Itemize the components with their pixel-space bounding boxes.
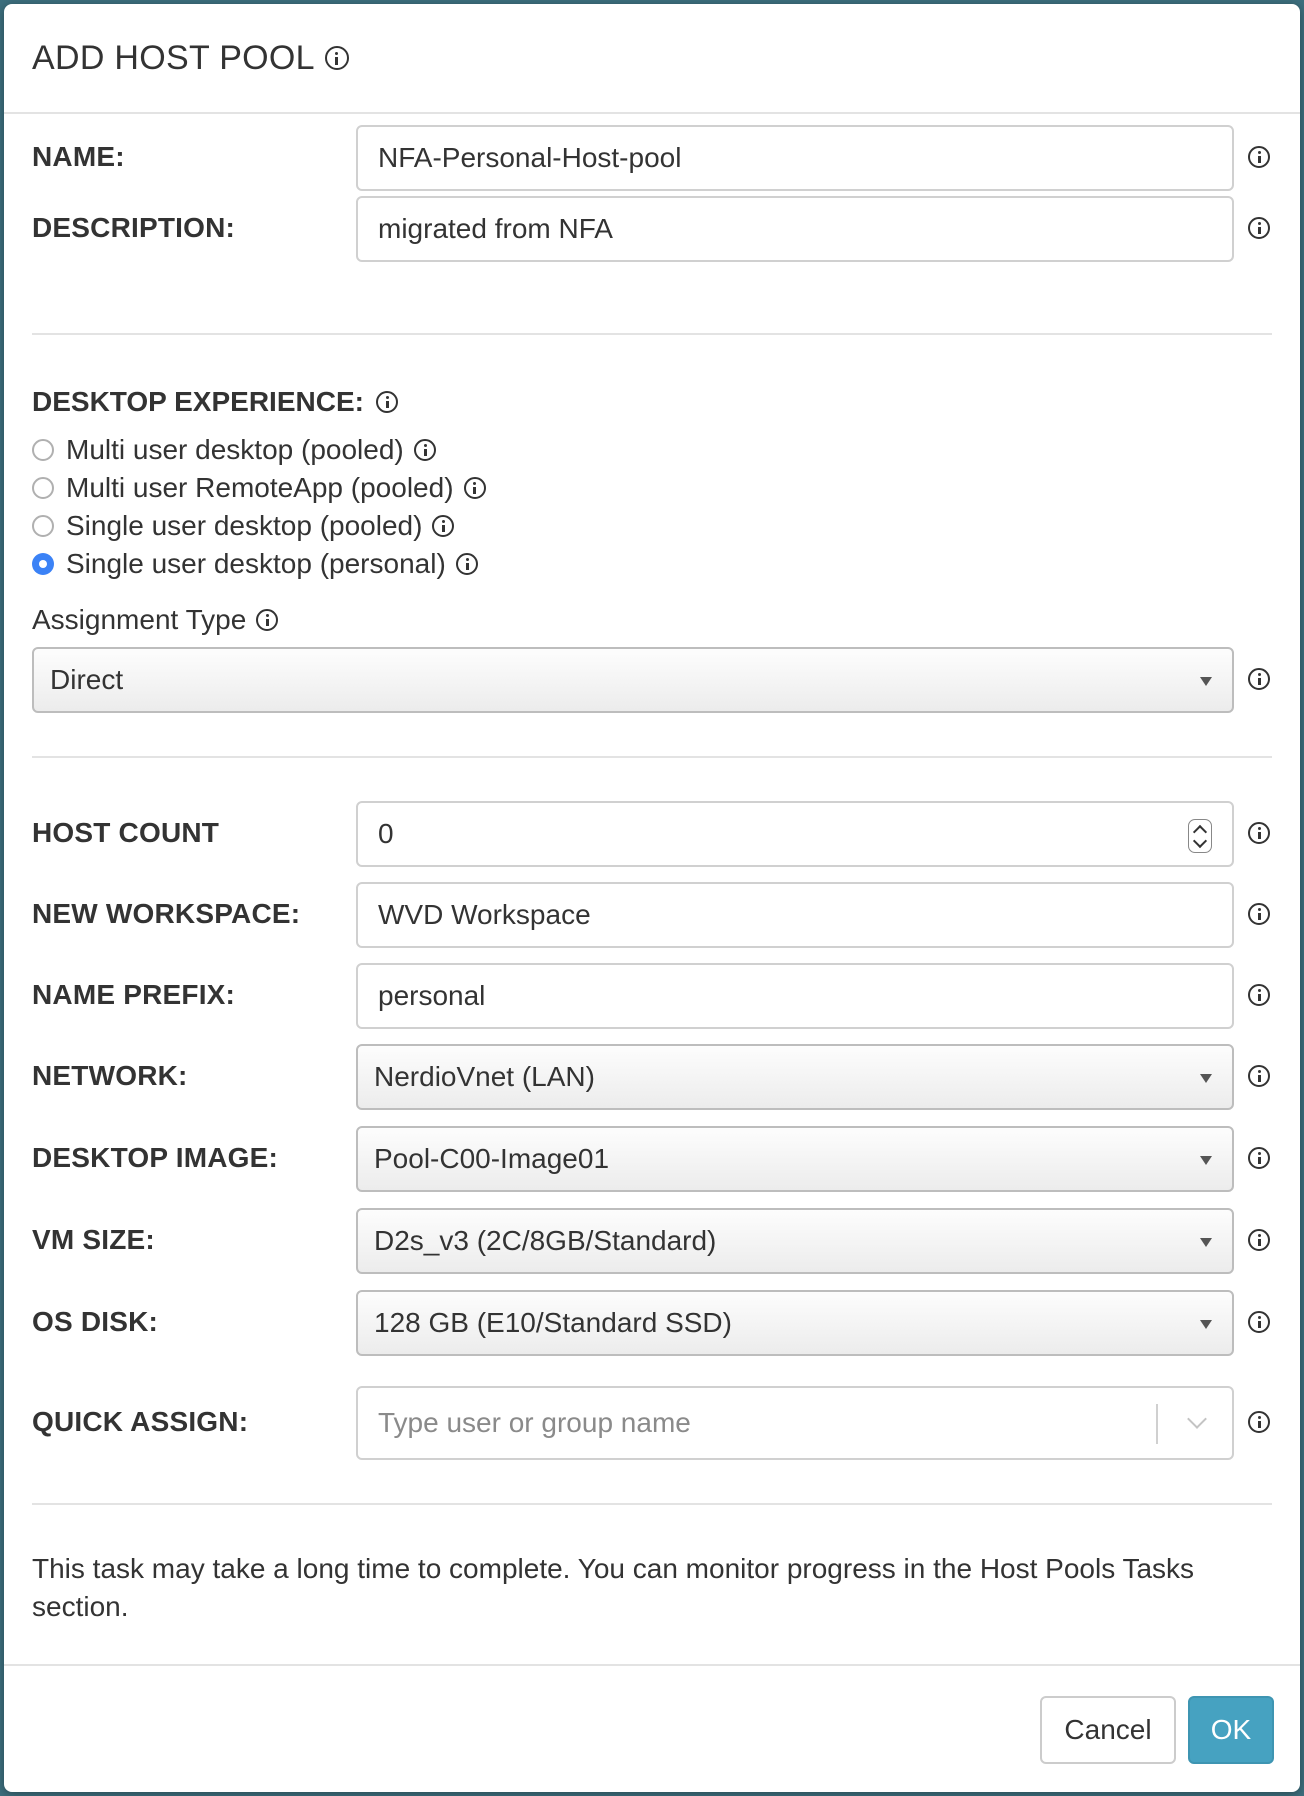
info-icon[interactable] xyxy=(455,553,478,575)
desktop-image-label: DESKTOP IMAGE: xyxy=(32,1142,279,1173)
description-row: DESCRIPTION: migrated from NFA xyxy=(32,196,1272,262)
quick-assign-placeholder: Type user or group name xyxy=(378,1407,691,1438)
network-select[interactable]: NerdioVnet (LAN) xyxy=(356,1044,1234,1110)
assignment-type-label: Assignment Type xyxy=(32,604,247,635)
caret-down-icon xyxy=(1200,1320,1212,1329)
network-row: NETWORK: NerdioVnet (LAN) xyxy=(32,1044,1272,1110)
vm-size-label: VM SIZE: xyxy=(32,1224,155,1255)
caret-down-icon xyxy=(1200,1238,1212,1247)
number-stepper-icon[interactable] xyxy=(1188,819,1212,853)
radio-button[interactable] xyxy=(32,477,54,499)
radio-button[interactable] xyxy=(32,515,54,537)
radio-label: Multi user RemoteApp (pooled) xyxy=(66,472,454,503)
assignment-type-info-icon[interactable] xyxy=(256,609,279,631)
description-label: DESCRIPTION: xyxy=(32,212,236,243)
cancel-button[interactable]: Cancel xyxy=(1040,1696,1176,1764)
ok-button[interactable]: OK xyxy=(1188,1696,1274,1764)
new-workspace-info-icon[interactable] xyxy=(1248,903,1270,925)
name-row: NAME: NFA-Personal-Host-pool xyxy=(32,125,1272,191)
description-input[interactable]: migrated from NFA xyxy=(356,196,1234,262)
name-prefix-label: NAME PREFIX: xyxy=(32,979,236,1010)
os-disk-select[interactable]: 128 GB (E10/Standard SSD) xyxy=(356,1290,1234,1356)
name-prefix-input[interactable]: personal xyxy=(356,963,1234,1029)
os-disk-info-icon[interactable] xyxy=(1248,1311,1270,1333)
divider xyxy=(32,333,1272,335)
divider xyxy=(32,1503,1272,1505)
assignment-type-select[interactable]: Direct xyxy=(32,647,1234,713)
host-count-row: HOST COUNT 0 xyxy=(32,801,1272,867)
radio-label: Single user desktop (pooled) xyxy=(66,510,423,541)
info-icon[interactable] xyxy=(324,46,349,70)
radio-button[interactable] xyxy=(32,439,54,461)
info-icon[interactable] xyxy=(463,477,486,499)
footer-divider xyxy=(4,1664,1300,1666)
chevron-down-icon[interactable] xyxy=(1187,1409,1207,1429)
dialog-header: ADD HOST POOL xyxy=(4,4,1300,114)
host-count-info-icon[interactable] xyxy=(1248,822,1270,844)
new-workspace-row: NEW WORKSPACE: WVD Workspace xyxy=(32,882,1272,948)
host-count-label: HOST COUNT xyxy=(32,817,220,848)
radio-option-multi-desktop[interactable]: Multi user desktop (pooled) xyxy=(32,434,436,466)
os-disk-value: 128 GB (E10/Standard SSD) xyxy=(374,1307,732,1338)
desktop-experience-label: DESKTOP EXPERIENCE: xyxy=(32,386,364,417)
radio-label: Multi user desktop (pooled) xyxy=(66,434,404,465)
quick-assign-input[interactable]: Type user or group name xyxy=(356,1386,1234,1460)
caret-down-icon xyxy=(1200,677,1212,686)
os-disk-label: OS DISK: xyxy=(32,1306,159,1337)
vm-size-value: D2s_v3 (2C/8GB/Standard) xyxy=(374,1225,717,1256)
name-prefix-row: NAME PREFIX: personal xyxy=(32,963,1272,1029)
description-info-icon[interactable] xyxy=(1248,217,1270,239)
vm-size-select[interactable]: D2s_v3 (2C/8GB/Standard) xyxy=(356,1208,1234,1274)
desktop-image-value: Pool-C00-Image01 xyxy=(374,1143,610,1174)
radio-label: Single user desktop (personal) xyxy=(66,548,446,579)
radio-option-multi-remoteapp[interactable]: Multi user RemoteApp (pooled) xyxy=(32,472,486,504)
divider xyxy=(32,756,1272,758)
network-label: NETWORK: xyxy=(32,1060,188,1091)
info-icon[interactable] xyxy=(413,439,436,461)
name-prefix-info-icon[interactable] xyxy=(1248,984,1270,1006)
dialog-title: ADD HOST POOL xyxy=(32,38,315,77)
name-input[interactable]: NFA-Personal-Host-pool xyxy=(356,125,1234,191)
name-info-icon[interactable] xyxy=(1248,146,1270,168)
desktop-image-row: DESKTOP IMAGE: Pool-C00-Image01 xyxy=(32,1126,1272,1192)
name-label: NAME: xyxy=(32,141,125,172)
assignment-type-value: Direct xyxy=(50,664,124,695)
separator xyxy=(1156,1404,1158,1444)
new-workspace-input[interactable]: WVD Workspace xyxy=(356,882,1234,948)
caret-down-icon xyxy=(1200,1156,1212,1165)
network-value: NerdioVnet (LAN) xyxy=(374,1061,595,1092)
radio-button-selected[interactable] xyxy=(32,553,54,575)
radio-option-single-pooled[interactable]: Single user desktop (pooled) xyxy=(32,510,455,542)
network-info-icon[interactable] xyxy=(1248,1065,1270,1087)
vm-size-info-icon[interactable] xyxy=(1248,1229,1270,1251)
vm-size-row: VM SIZE: D2s_v3 (2C/8GB/Standard) xyxy=(32,1208,1272,1274)
host-count-value: 0 xyxy=(378,818,394,849)
quick-assign-label: QUICK ASSIGN: xyxy=(32,1406,249,1437)
assignment-type-heading: Assignment Type xyxy=(32,600,1272,640)
new-workspace-label: NEW WORKSPACE: xyxy=(32,898,301,929)
desktop-image-select[interactable]: Pool-C00-Image01 xyxy=(356,1126,1234,1192)
caret-down-icon xyxy=(1200,1074,1212,1083)
assignment-type-row: Direct xyxy=(32,647,1272,713)
assignment-type-select-info-icon[interactable] xyxy=(1248,668,1270,690)
info-icon[interactable] xyxy=(432,515,455,537)
quick-assign-info-icon[interactable] xyxy=(1248,1411,1270,1433)
radio-option-single-personal[interactable]: Single user desktop (personal) xyxy=(32,548,478,580)
desktop-image-info-icon[interactable] xyxy=(1248,1147,1270,1169)
add-host-pool-dialog: ADD HOST POOL NAME: NFA-Personal-Host-po… xyxy=(4,4,1300,1792)
os-disk-row: OS DISK: 128 GB (E10/Standard SSD) xyxy=(32,1290,1272,1356)
host-count-input[interactable]: 0 xyxy=(356,801,1234,867)
desktop-experience-info-icon[interactable] xyxy=(375,391,398,413)
task-duration-note: This task may take a long time to comple… xyxy=(32,1553,1195,1622)
desktop-experience-heading: DESKTOP EXPERIENCE: xyxy=(32,382,1272,422)
quick-assign-row: QUICK ASSIGN: Type user or group name xyxy=(32,1386,1272,1460)
